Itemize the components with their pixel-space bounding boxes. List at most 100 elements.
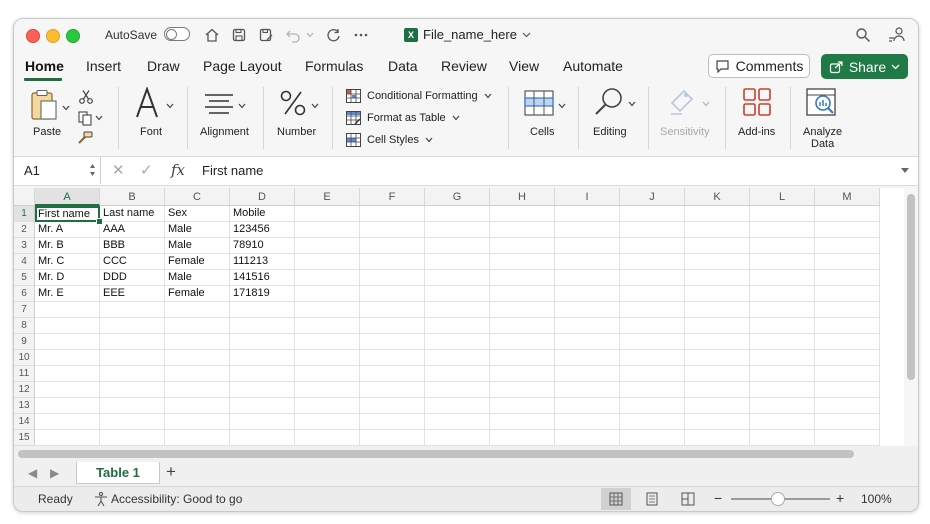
cell-l11[interactable] xyxy=(750,366,815,382)
select-all-corner[interactable] xyxy=(14,188,35,206)
cell-k15[interactable] xyxy=(685,430,750,446)
cell-h4[interactable] xyxy=(490,254,555,270)
account-icon[interactable] xyxy=(888,26,906,44)
add-sheet-button[interactable]: + xyxy=(166,462,176,482)
cell-f3[interactable] xyxy=(360,238,425,254)
cell-l13[interactable] xyxy=(750,398,815,414)
cell-g7[interactable] xyxy=(425,302,490,318)
cell-e5[interactable] xyxy=(295,270,360,286)
cell-m1[interactable] xyxy=(815,206,880,222)
cell-i4[interactable] xyxy=(555,254,620,270)
accessibility-icon[interactable] xyxy=(93,491,109,507)
cut-icon[interactable] xyxy=(78,89,94,110)
comments-button[interactable]: Comments xyxy=(708,54,810,78)
cell-a6[interactable]: Mr. E xyxy=(35,286,100,302)
cell-h1[interactable] xyxy=(490,206,555,222)
cell-f7[interactable] xyxy=(360,302,425,318)
cell-m13[interactable] xyxy=(815,398,880,414)
cell-f2[interactable] xyxy=(360,222,425,238)
normal-view-button[interactable] xyxy=(601,488,631,510)
cell-j15[interactable] xyxy=(620,430,685,446)
cell-b11[interactable] xyxy=(100,366,165,382)
cell-j11[interactable] xyxy=(620,366,685,382)
cell-h15[interactable] xyxy=(490,430,555,446)
cell-d9[interactable] xyxy=(230,334,295,350)
cell-m8[interactable] xyxy=(815,318,880,334)
cell-i13[interactable] xyxy=(555,398,620,414)
cell-h13[interactable] xyxy=(490,398,555,414)
cell-b14[interactable] xyxy=(100,414,165,430)
name-box[interactable]: A1 xyxy=(14,157,101,184)
cell-l9[interactable] xyxy=(750,334,815,350)
cell-d1[interactable]: Mobile xyxy=(230,206,295,222)
cell-l4[interactable] xyxy=(750,254,815,270)
cell-e11[interactable] xyxy=(295,366,360,382)
cell-m4[interactable] xyxy=(815,254,880,270)
cell-l6[interactable] xyxy=(750,286,815,302)
cell-k9[interactable] xyxy=(685,334,750,350)
cell-e15[interactable] xyxy=(295,430,360,446)
more-icon[interactable] xyxy=(352,26,370,44)
cell-d3[interactable]: 78910 xyxy=(230,238,295,254)
cell-c9[interactable] xyxy=(165,334,230,350)
vertical-scroll-thumb[interactable] xyxy=(907,194,915,380)
cell-g12[interactable] xyxy=(425,382,490,398)
page-layout-view-button[interactable] xyxy=(637,488,667,510)
cell-i15[interactable] xyxy=(555,430,620,446)
tab-home[interactable]: Home xyxy=(25,58,64,74)
cell-d13[interactable] xyxy=(230,398,295,414)
cell-j13[interactable] xyxy=(620,398,685,414)
cell-e7[interactable] xyxy=(295,302,360,318)
cell-h14[interactable] xyxy=(490,414,555,430)
formula-input[interactable]: First name xyxy=(202,163,263,178)
cell-g4[interactable] xyxy=(425,254,490,270)
cell-f12[interactable] xyxy=(360,382,425,398)
column-header-h[interactable]: H xyxy=(490,188,555,206)
cell-c5[interactable]: Male xyxy=(165,270,230,286)
cell-k5[interactable] xyxy=(685,270,750,286)
cell-b5[interactable]: DDD xyxy=(100,270,165,286)
cell-f11[interactable] xyxy=(360,366,425,382)
name-box-stepper-icon[interactable] xyxy=(89,161,96,179)
row-header-1[interactable]: 1 xyxy=(14,206,35,222)
cell-i5[interactable] xyxy=(555,270,620,286)
cell-a7[interactable] xyxy=(35,302,100,318)
cell-k4[interactable] xyxy=(685,254,750,270)
cell-h10[interactable] xyxy=(490,350,555,366)
cell-l2[interactable] xyxy=(750,222,815,238)
cell-f4[interactable] xyxy=(360,254,425,270)
column-header-m[interactable]: M xyxy=(815,188,880,206)
cell-h7[interactable] xyxy=(490,302,555,318)
cell-g14[interactable] xyxy=(425,414,490,430)
cell-f1[interactable] xyxy=(360,206,425,222)
cell-m6[interactable] xyxy=(815,286,880,302)
column-header-j[interactable]: J xyxy=(620,188,685,206)
cell-c14[interactable] xyxy=(165,414,230,430)
row-header-4[interactable]: 4 xyxy=(14,254,35,270)
cell-a8[interactable] xyxy=(35,318,100,334)
cell-j1[interactable] xyxy=(620,206,685,222)
undo-icon[interactable] xyxy=(284,26,302,44)
cell-a12[interactable] xyxy=(35,382,100,398)
cell-a1[interactable]: First name xyxy=(35,206,100,222)
cell-d2[interactable]: 123456 xyxy=(230,222,295,238)
cell-m9[interactable] xyxy=(815,334,880,350)
cell-f15[interactable] xyxy=(360,430,425,446)
cell-b13[interactable] xyxy=(100,398,165,414)
cell-g8[interactable] xyxy=(425,318,490,334)
row-header-15[interactable]: 15 xyxy=(14,430,35,446)
cell-g9[interactable] xyxy=(425,334,490,350)
cell-l1[interactable] xyxy=(750,206,815,222)
cell-a14[interactable] xyxy=(35,414,100,430)
cell-c10[interactable] xyxy=(165,350,230,366)
cell-f9[interactable] xyxy=(360,334,425,350)
row-header-9[interactable]: 9 xyxy=(14,334,35,350)
cell-i7[interactable] xyxy=(555,302,620,318)
cell-c6[interactable]: Female xyxy=(165,286,230,302)
cell-e13[interactable] xyxy=(295,398,360,414)
cell-c12[interactable] xyxy=(165,382,230,398)
cell-l15[interactable] xyxy=(750,430,815,446)
cell-j10[interactable] xyxy=(620,350,685,366)
tab-view[interactable]: View xyxy=(509,58,539,74)
cell-h9[interactable] xyxy=(490,334,555,350)
